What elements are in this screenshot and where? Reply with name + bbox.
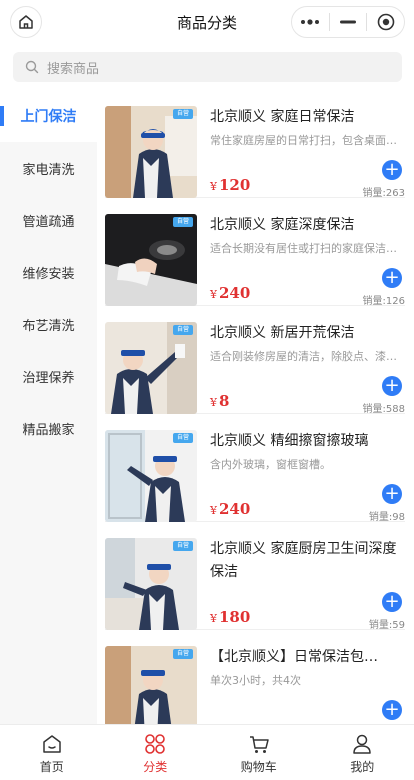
product-image: 自营 bbox=[105, 646, 197, 724]
search-input[interactable]: 搜索商品 bbox=[13, 52, 402, 82]
product-price: ¥120 bbox=[210, 176, 250, 194]
self-run-badge: 自营 bbox=[173, 649, 193, 659]
sidebar-item-appliance-cleaning[interactable]: 家电清洗 bbox=[0, 142, 97, 194]
product-price: ¥240 bbox=[210, 500, 250, 518]
product-title: 北京顺义 家庭深度保洁 bbox=[210, 217, 355, 233]
more-dots-icon bbox=[301, 19, 320, 25]
currency-symbol: ¥ bbox=[210, 612, 217, 625]
user-icon bbox=[353, 734, 371, 754]
sidebar-item-home-cleaning[interactable]: 上门保洁 bbox=[0, 90, 97, 142]
tab-category[interactable]: 分类 bbox=[104, 725, 208, 780]
sidebar-item-repair-install[interactable]: 维修安装 bbox=[0, 246, 97, 298]
minus-icon bbox=[340, 20, 356, 24]
product-image: 自营 bbox=[105, 322, 197, 414]
product-image: 自营 bbox=[105, 538, 197, 630]
product-desc: 单次3小时，共4次 bbox=[210, 674, 301, 687]
sidebar-item-maintenance[interactable]: 治理保养 bbox=[0, 350, 97, 402]
product-desc: 适合长期没有居住或打扫的家庭保洁… bbox=[210, 242, 397, 255]
currency-symbol: ¥ bbox=[210, 180, 217, 193]
tab-label: 我的 bbox=[350, 760, 375, 774]
price-value: 180 bbox=[219, 608, 251, 626]
window-cleaning-photo-icon bbox=[105, 430, 197, 522]
cart-icon bbox=[249, 736, 269, 753]
product-title: 北京顺义 精细擦窗擦玻璃 bbox=[210, 433, 369, 449]
list-item[interactable]: 自营 北京顺义 家庭厨房卫生间深度保洁 ¥180 + 销量:59 bbox=[105, 522, 405, 631]
product-title: 北京顺义 家庭日常保洁 bbox=[210, 109, 355, 125]
self-run-badge: 自营 bbox=[173, 433, 193, 443]
product-image: 自营 bbox=[105, 214, 197, 306]
miniapp-capsule bbox=[291, 6, 405, 38]
price-value: 240 bbox=[219, 284, 251, 302]
product-list: 自营 北京顺义 家庭日常保洁 常住家庭房屋的日常打扫，包含桌面… ¥120 + … bbox=[97, 90, 414, 724]
minimize-button[interactable] bbox=[330, 7, 367, 37]
sales-count: 销量:59 bbox=[368, 620, 405, 631]
self-run-badge: 自营 bbox=[173, 325, 193, 335]
add-to-cart-button[interactable]: + bbox=[382, 376, 402, 396]
sidebar-item-fabric-cleaning[interactable]: 布艺清洗 bbox=[0, 298, 97, 350]
target-circle-icon bbox=[377, 13, 394, 31]
add-to-cart-button[interactable]: + bbox=[382, 700, 402, 720]
search-placeholder: 搜索商品 bbox=[47, 61, 100, 77]
search-icon bbox=[25, 60, 39, 74]
product-title: 北京顺义 家庭厨房卫生间深度保洁 bbox=[210, 541, 397, 580]
price-value: 8 bbox=[219, 392, 230, 410]
sidebar-item-moving[interactable]: 精品搬家 bbox=[0, 402, 97, 454]
currency-symbol: ¥ bbox=[210, 504, 217, 517]
tab-cart[interactable]: 购物车 bbox=[207, 725, 311, 780]
tab-profile[interactable]: 我的 bbox=[311, 725, 414, 780]
self-run-badge: 自营 bbox=[173, 217, 193, 227]
product-desc: 适合刚装修房屋的清洁，除胶点、漆… bbox=[210, 350, 397, 363]
sales-count: 销量:98 bbox=[368, 512, 405, 523]
add-to-cart-button[interactable]: + bbox=[382, 268, 402, 288]
more-button[interactable] bbox=[292, 7, 329, 37]
category-icon bbox=[145, 734, 166, 754]
sales-count: 销量:263 bbox=[362, 188, 405, 199]
product-image: 自营 bbox=[105, 430, 197, 522]
list-item[interactable]: 自营 北京顺义 新居开荒保洁 适合刚装修房屋的清洁，除胶点、漆… ¥8 + 销量… bbox=[105, 306, 405, 415]
add-to-cart-button[interactable]: + bbox=[382, 484, 402, 504]
currency-symbol: ¥ bbox=[210, 288, 217, 301]
tab-label: 购物车 bbox=[240, 760, 277, 774]
nav-header: 商品分类 bbox=[0, 0, 414, 44]
self-run-badge: 自营 bbox=[173, 109, 193, 119]
bottom-tab-bar: 首页 分类 购物车 我的 bbox=[0, 724, 414, 780]
close-button[interactable] bbox=[367, 7, 404, 37]
list-item[interactable]: 自营 北京顺义 家庭日常保洁 常住家庭房屋的日常打扫，包含桌面… ¥120 + … bbox=[105, 90, 405, 199]
self-run-badge: 自营 bbox=[173, 541, 193, 551]
product-price: ¥8 bbox=[210, 392, 229, 410]
product-title: 【北京顺义】日常保洁包… bbox=[210, 649, 378, 665]
product-desc: 含内外玻璃，窗框窗槽。 bbox=[210, 458, 331, 471]
list-item[interactable]: 自营 北京顺义 精细擦窗擦玻璃 含内外玻璃，窗框窗槽。 ¥240 + 销量:98 bbox=[105, 414, 405, 523]
stove-cleaning-photo-icon bbox=[105, 214, 197, 306]
product-price: ¥180 bbox=[210, 608, 250, 626]
cleaner-photo-icon bbox=[105, 106, 197, 198]
tab-home[interactable]: 首页 bbox=[0, 725, 104, 780]
tab-label: 首页 bbox=[39, 760, 64, 774]
price-value: 120 bbox=[219, 176, 251, 194]
home-icon bbox=[43, 735, 61, 753]
currency-symbol: ¥ bbox=[210, 396, 217, 409]
kitchen-cleaning-photo-icon bbox=[105, 538, 197, 630]
add-to-cart-button[interactable]: + bbox=[382, 592, 402, 612]
product-image: 自营 bbox=[105, 106, 197, 198]
cleaner-photo-icon bbox=[105, 322, 197, 414]
tab-label: 分类 bbox=[143, 760, 168, 774]
product-title: 北京顺义 新居开荒保洁 bbox=[210, 325, 355, 341]
sales-count: 销量:126 bbox=[362, 296, 405, 307]
list-item[interactable]: 自营 【北京顺义】日常保洁包… 单次3小时，共4次 + bbox=[105, 630, 405, 724]
add-to-cart-button[interactable]: + bbox=[382, 160, 402, 180]
list-item[interactable]: 自营 北京顺义 家庭深度保洁 适合长期没有居住或打扫的家庭保洁… ¥240 + … bbox=[105, 198, 405, 307]
product-price: ¥240 bbox=[210, 284, 250, 302]
sales-count: 销量:588 bbox=[362, 404, 405, 415]
price-value: 240 bbox=[219, 500, 251, 518]
product-desc: 常住家庭房屋的日常打扫，包含桌面… bbox=[210, 134, 397, 147]
category-sidebar: 上门保洁 家电清洗 管道疏通 维修安装 布艺清洗 治理保养 精品搬家 bbox=[0, 90, 97, 724]
sidebar-item-pipe-dredging[interactable]: 管道疏通 bbox=[0, 194, 97, 246]
